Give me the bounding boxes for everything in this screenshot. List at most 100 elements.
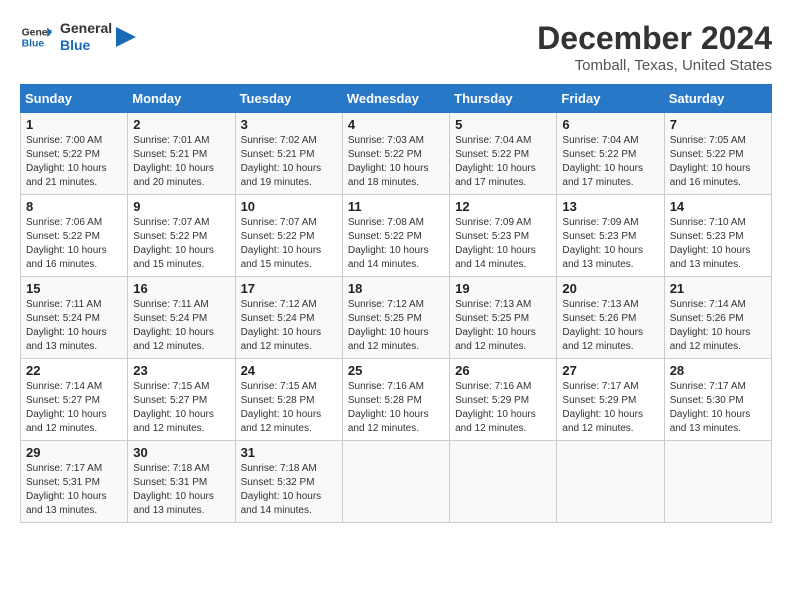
day-number: 13: [562, 199, 658, 214]
day-info: Sunrise: 7:07 AMSunset: 5:22 PMDaylight:…: [133, 217, 214, 270]
calendar-cell: 1 Sunrise: 7:00 AMSunset: 5:22 PMDayligh…: [21, 113, 128, 195]
calendar-cell: 8 Sunrise: 7:06 AMSunset: 5:22 PMDayligh…: [21, 195, 128, 277]
day-info: Sunrise: 7:14 AMSunset: 5:26 PMDaylight:…: [670, 299, 751, 352]
logo: General Blue General Blue: [20, 20, 136, 54]
day-info: Sunrise: 7:04 AMSunset: 5:22 PMDaylight:…: [562, 135, 643, 188]
calendar-cell: [342, 441, 449, 523]
calendar-cell: 27 Sunrise: 7:17 AMSunset: 5:29 PMDaylig…: [557, 359, 664, 441]
day-number: 11: [348, 199, 444, 214]
day-info: Sunrise: 7:11 AMSunset: 5:24 PMDaylight:…: [26, 299, 107, 352]
calendar-header-friday: Friday: [557, 85, 664, 113]
day-info: Sunrise: 7:11 AMSunset: 5:24 PMDaylight:…: [133, 299, 214, 352]
calendar-cell: 9 Sunrise: 7:07 AMSunset: 5:22 PMDayligh…: [128, 195, 235, 277]
day-number: 22: [26, 363, 122, 378]
calendar-header-row: SundayMondayTuesdayWednesdayThursdayFrid…: [21, 85, 772, 113]
day-info: Sunrise: 7:12 AMSunset: 5:25 PMDaylight:…: [348, 299, 429, 352]
calendar-cell: 19 Sunrise: 7:13 AMSunset: 5:25 PMDaylig…: [450, 277, 557, 359]
day-number: 9: [133, 199, 229, 214]
day-number: 31: [241, 445, 337, 460]
day-number: 1: [26, 117, 122, 132]
calendar-cell: 2 Sunrise: 7:01 AMSunset: 5:21 PMDayligh…: [128, 113, 235, 195]
logo-arrow-icon: [116, 27, 136, 47]
day-info: Sunrise: 7:05 AMSunset: 5:22 PMDaylight:…: [670, 135, 751, 188]
calendar-header-monday: Monday: [128, 85, 235, 113]
calendar-cell: 28 Sunrise: 7:17 AMSunset: 5:30 PMDaylig…: [664, 359, 771, 441]
day-number: 16: [133, 281, 229, 296]
day-number: 6: [562, 117, 658, 132]
day-number: 26: [455, 363, 551, 378]
day-info: Sunrise: 7:13 AMSunset: 5:25 PMDaylight:…: [455, 299, 536, 352]
day-number: 30: [133, 445, 229, 460]
calendar-cell: 26 Sunrise: 7:16 AMSunset: 5:29 PMDaylig…: [450, 359, 557, 441]
day-number: 5: [455, 117, 551, 132]
day-info: Sunrise: 7:13 AMSunset: 5:26 PMDaylight:…: [562, 299, 643, 352]
calendar-cell: 3 Sunrise: 7:02 AMSunset: 5:21 PMDayligh…: [235, 113, 342, 195]
day-info: Sunrise: 7:01 AMSunset: 5:21 PMDaylight:…: [133, 135, 214, 188]
calendar-cell: 15 Sunrise: 7:11 AMSunset: 5:24 PMDaylig…: [21, 277, 128, 359]
logo-general: General: [60, 20, 112, 37]
calendar-header-thursday: Thursday: [450, 85, 557, 113]
calendar-cell: 13 Sunrise: 7:09 AMSunset: 5:23 PMDaylig…: [557, 195, 664, 277]
logo-blue: Blue: [60, 37, 112, 54]
day-info: Sunrise: 7:08 AMSunset: 5:22 PMDaylight:…: [348, 217, 429, 270]
day-info: Sunrise: 7:16 AMSunset: 5:28 PMDaylight:…: [348, 381, 429, 434]
day-info: Sunrise: 7:04 AMSunset: 5:22 PMDaylight:…: [455, 135, 536, 188]
day-number: 14: [670, 199, 766, 214]
calendar-cell: 18 Sunrise: 7:12 AMSunset: 5:25 PMDaylig…: [342, 277, 449, 359]
calendar-cell: 12 Sunrise: 7:09 AMSunset: 5:23 PMDaylig…: [450, 195, 557, 277]
calendar-header-sunday: Sunday: [21, 85, 128, 113]
calendar-cell: [664, 441, 771, 523]
calendar-cell: 16 Sunrise: 7:11 AMSunset: 5:24 PMDaylig…: [128, 277, 235, 359]
day-info: Sunrise: 7:00 AMSunset: 5:22 PMDaylight:…: [26, 135, 107, 188]
day-info: Sunrise: 7:07 AMSunset: 5:22 PMDaylight:…: [241, 217, 322, 270]
day-info: Sunrise: 7:09 AMSunset: 5:23 PMDaylight:…: [562, 217, 643, 270]
day-number: 25: [348, 363, 444, 378]
calendar-cell: 4 Sunrise: 7:03 AMSunset: 5:22 PMDayligh…: [342, 113, 449, 195]
day-number: 20: [562, 281, 658, 296]
day-number: 19: [455, 281, 551, 296]
day-number: 10: [241, 199, 337, 214]
day-number: 27: [562, 363, 658, 378]
calendar-cell: 10 Sunrise: 7:07 AMSunset: 5:22 PMDaylig…: [235, 195, 342, 277]
calendar-cell: 22 Sunrise: 7:14 AMSunset: 5:27 PMDaylig…: [21, 359, 128, 441]
calendar-location: Tomball, Texas, United States: [537, 57, 772, 74]
calendar-cell: 23 Sunrise: 7:15 AMSunset: 5:27 PMDaylig…: [128, 359, 235, 441]
day-info: Sunrise: 7:16 AMSunset: 5:29 PMDaylight:…: [455, 381, 536, 434]
calendar-week-row: 15 Sunrise: 7:11 AMSunset: 5:24 PMDaylig…: [21, 277, 772, 359]
day-number: 23: [133, 363, 229, 378]
calendar-table: SundayMondayTuesdayWednesdayThursdayFrid…: [20, 84, 772, 523]
day-info: Sunrise: 7:02 AMSunset: 5:21 PMDaylight:…: [241, 135, 322, 188]
day-number: 7: [670, 117, 766, 132]
day-info: Sunrise: 7:15 AMSunset: 5:28 PMDaylight:…: [241, 381, 322, 434]
day-number: 4: [348, 117, 444, 132]
day-info: Sunrise: 7:09 AMSunset: 5:23 PMDaylight:…: [455, 217, 536, 270]
day-number: 29: [26, 445, 122, 460]
day-info: Sunrise: 7:17 AMSunset: 5:29 PMDaylight:…: [562, 381, 643, 434]
calendar-cell: 29 Sunrise: 7:17 AMSunset: 5:31 PMDaylig…: [21, 441, 128, 523]
day-info: Sunrise: 7:17 AMSunset: 5:30 PMDaylight:…: [670, 381, 751, 434]
day-number: 21: [670, 281, 766, 296]
day-number: 8: [26, 199, 122, 214]
calendar-header-saturday: Saturday: [664, 85, 771, 113]
day-number: 3: [241, 117, 337, 132]
logo-icon: General Blue: [20, 21, 52, 53]
day-number: 18: [348, 281, 444, 296]
calendar-cell: 30 Sunrise: 7:18 AMSunset: 5:31 PMDaylig…: [128, 441, 235, 523]
day-info: Sunrise: 7:14 AMSunset: 5:27 PMDaylight:…: [26, 381, 107, 434]
day-info: Sunrise: 7:06 AMSunset: 5:22 PMDaylight:…: [26, 217, 107, 270]
calendar-month-title: December 2024: [537, 20, 772, 57]
calendar-cell: 17 Sunrise: 7:12 AMSunset: 5:24 PMDaylig…: [235, 277, 342, 359]
day-info: Sunrise: 7:10 AMSunset: 5:23 PMDaylight:…: [670, 217, 751, 270]
calendar-cell: 31 Sunrise: 7:18 AMSunset: 5:32 PMDaylig…: [235, 441, 342, 523]
day-info: Sunrise: 7:18 AMSunset: 5:32 PMDaylight:…: [241, 463, 322, 516]
calendar-cell: 7 Sunrise: 7:05 AMSunset: 5:22 PMDayligh…: [664, 113, 771, 195]
day-number: 2: [133, 117, 229, 132]
svg-text:Blue: Blue: [22, 38, 45, 49]
calendar-cell: 21 Sunrise: 7:14 AMSunset: 5:26 PMDaylig…: [664, 277, 771, 359]
calendar-cell: 24 Sunrise: 7:15 AMSunset: 5:28 PMDaylig…: [235, 359, 342, 441]
day-info: Sunrise: 7:15 AMSunset: 5:27 PMDaylight:…: [133, 381, 214, 434]
day-number: 15: [26, 281, 122, 296]
day-info: Sunrise: 7:17 AMSunset: 5:31 PMDaylight:…: [26, 463, 107, 516]
day-info: Sunrise: 7:12 AMSunset: 5:24 PMDaylight:…: [241, 299, 322, 352]
calendar-week-row: 29 Sunrise: 7:17 AMSunset: 5:31 PMDaylig…: [21, 441, 772, 523]
